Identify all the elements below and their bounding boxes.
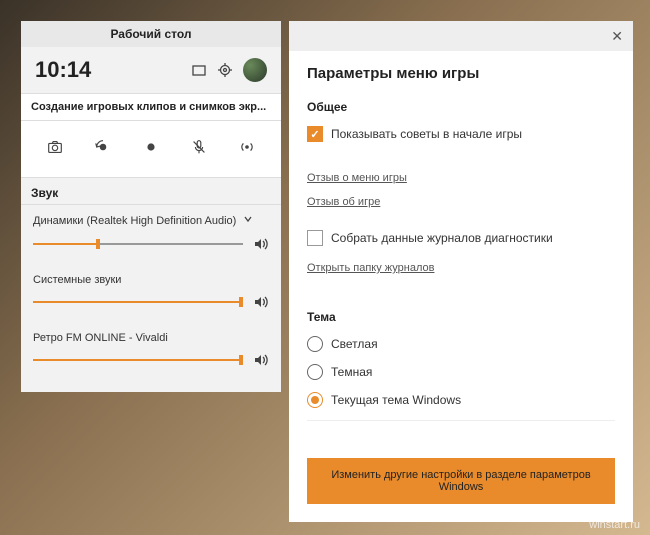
collect-logs-label: Собрать данные журналов диагностики	[331, 231, 553, 245]
settings-header: ✕	[289, 21, 633, 51]
settings-footer: Изменить другие настройки в разделе пара…	[289, 440, 633, 522]
record-button[interactable]	[137, 133, 165, 161]
record-last-button[interactable]	[89, 133, 117, 161]
settings-title: Параметры меню игры	[307, 65, 615, 82]
close-icon[interactable]: ✕	[611, 28, 623, 45]
speaker-icon[interactable]	[253, 294, 269, 310]
show-tips-checkbox[interactable]	[307, 126, 323, 142]
avatar[interactable]	[243, 58, 267, 82]
volume-slider[interactable]	[33, 301, 243, 303]
show-tips-row[interactable]: Показывать советы в начале игры	[307, 126, 615, 142]
collect-logs-row[interactable]: Собрать данные журналов диагностики	[307, 230, 615, 246]
theme-light-row[interactable]: Светлая	[307, 336, 615, 352]
theme-light-radio[interactable]	[307, 336, 323, 352]
game-bar-panel: Рабочий стол 10:14 Создание игровых клип…	[21, 21, 281, 392]
mic-muted-button[interactable]	[185, 133, 213, 161]
theme-dark-row[interactable]: Темная	[307, 364, 615, 380]
chevron-down-icon[interactable]	[242, 213, 254, 228]
screenshot-button[interactable]	[41, 133, 69, 161]
capture-subtitle: Создание игровых клипов и снимков экр...	[21, 93, 281, 121]
top-icons	[191, 58, 267, 82]
divider	[307, 420, 615, 421]
volume-slider-row	[33, 236, 269, 252]
feedback-game-link[interactable]: Отзыв об игре	[307, 196, 380, 208]
theme-dark-radio[interactable]	[307, 364, 323, 380]
volume-slider-row	[33, 294, 269, 310]
audio-device-row: Динамики (Realtek High Definition Audio)	[21, 205, 281, 252]
capture-controls	[21, 121, 281, 178]
top-row: 10:14	[21, 47, 281, 93]
more-settings-button[interactable]: Изменить другие настройки в разделе пара…	[307, 458, 615, 504]
theme-heading: Тема	[307, 310, 615, 324]
show-tips-label: Показывать советы в начале игры	[331, 127, 522, 141]
open-logs-link[interactable]: Открыть папку журналов	[307, 262, 434, 274]
theme-current-radio[interactable]	[307, 392, 323, 408]
system-sounds-row: Системные звуки	[21, 266, 281, 310]
general-heading: Общее	[307, 100, 615, 114]
clock: 10:14	[35, 57, 191, 83]
theme-dark-label: Темная	[331, 365, 372, 379]
watermark: winstart.ru	[589, 519, 640, 531]
app-sounds-row: Ретро FM ONLINE - Vivaldi	[21, 324, 281, 392]
app-sounds-label: Ретро FM ONLINE - Vivaldi	[33, 332, 269, 344]
settings-panel: ✕ Параметры меню игры Общее Показывать с…	[289, 21, 633, 522]
audio-device-text: Динамики (Realtek High Definition Audio)	[33, 215, 236, 227]
volume-slider[interactable]	[33, 359, 243, 361]
broadcast-button[interactable]	[233, 133, 261, 161]
system-sounds-label: Системные звуки	[33, 274, 269, 286]
audio-device-label[interactable]: Динамики (Realtek High Definition Audio)	[33, 213, 269, 228]
volume-slider-row	[33, 352, 269, 368]
theme-light-label: Светлая	[331, 337, 378, 351]
collect-logs-checkbox[interactable]	[307, 230, 323, 246]
theme-current-label: Текущая тема Windows	[331, 393, 461, 407]
speaker-icon[interactable]	[253, 352, 269, 368]
gear-icon[interactable]	[217, 62, 233, 78]
feedback-menu-link[interactable]: Отзыв о меню игры	[307, 172, 407, 184]
sound-heading: Звук	[21, 178, 281, 205]
theme-current-row[interactable]: Текущая тема Windows	[307, 392, 615, 408]
window-icon[interactable]	[191, 62, 207, 78]
volume-slider[interactable]	[33, 243, 243, 245]
speaker-icon[interactable]	[253, 236, 269, 252]
panel-title: Рабочий стол	[21, 21, 281, 47]
settings-body: Параметры меню игры Общее Показывать сов…	[289, 51, 633, 440]
